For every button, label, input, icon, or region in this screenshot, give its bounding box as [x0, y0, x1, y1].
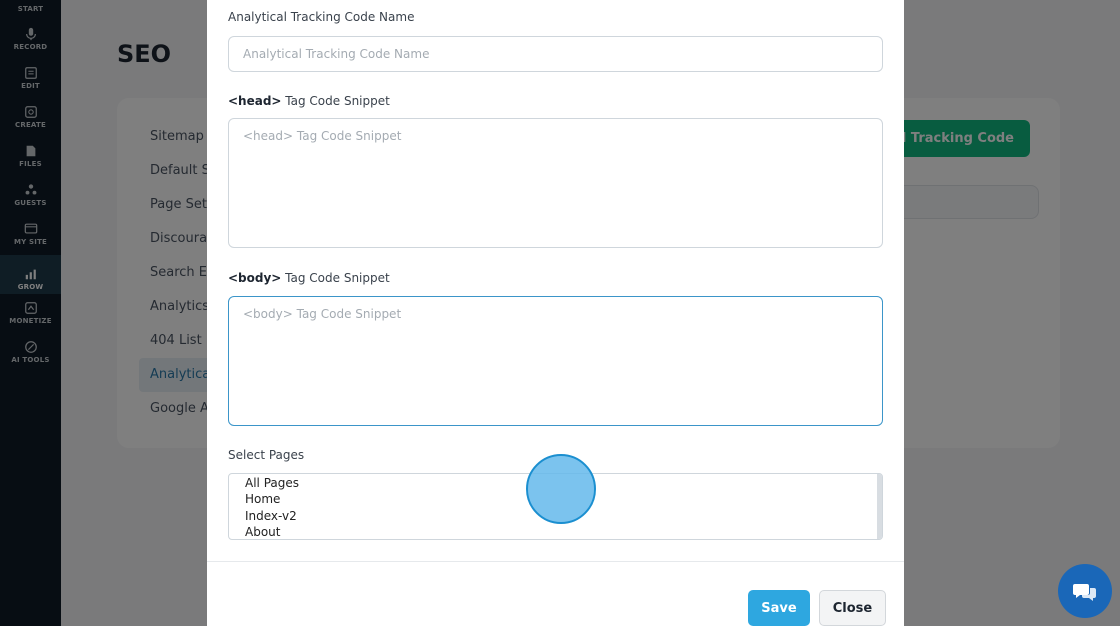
- close-button[interactable]: Close: [819, 590, 886, 626]
- head-tag-text: <head>: [228, 94, 282, 108]
- body-snippet-textarea[interactable]: [228, 296, 883, 426]
- click-indicator: [526, 454, 596, 524]
- tracking-code-name-input[interactable]: [228, 36, 883, 72]
- body-tag-text: <body>: [228, 271, 282, 285]
- head-label-rest: Tag Code Snippet: [281, 94, 390, 108]
- chat-icon: [1073, 584, 1096, 601]
- body-label-rest: Tag Code Snippet: [281, 271, 390, 285]
- modal-footer: Save Close: [207, 561, 904, 626]
- select-pages-label: Select Pages: [228, 448, 305, 462]
- page-option[interactable]: About: [229, 524, 882, 539]
- chat-button[interactable]: [1058, 564, 1112, 618]
- body-snippet-label: <body> Tag Code Snippet: [228, 271, 390, 285]
- head-snippet-textarea[interactable]: [228, 118, 883, 248]
- scrollbar[interactable]: [877, 474, 882, 539]
- scrollbar-thumb[interactable]: [877, 474, 882, 539]
- name-label: Analytical Tracking Code Name: [228, 10, 415, 24]
- save-button[interactable]: Save: [748, 590, 810, 626]
- head-snippet-label: <head> Tag Code Snippet: [228, 94, 390, 108]
- tracking-code-modal: Analytical Tracking Code Name <head> Tag…: [207, 0, 904, 626]
